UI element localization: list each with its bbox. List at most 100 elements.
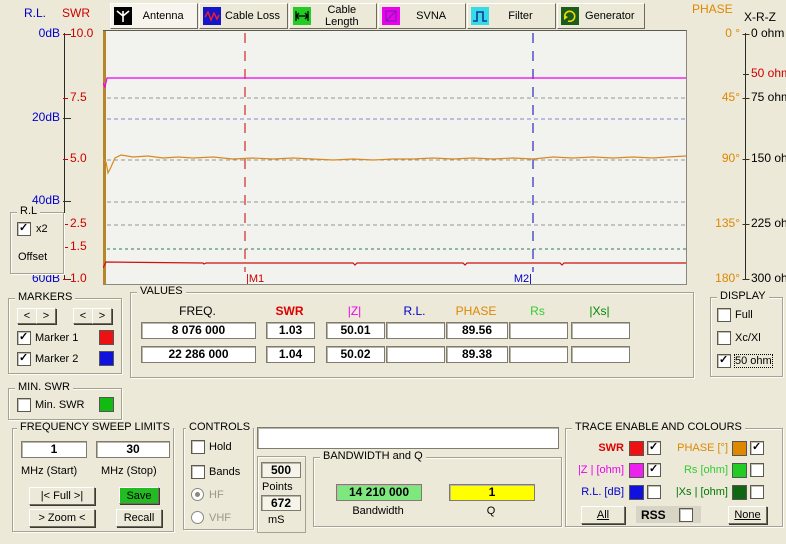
markers-panel-title: MARKERS	[15, 291, 75, 303]
marker1-right-button[interactable]: >	[36, 308, 56, 324]
trace-z-checkbox[interactable]	[647, 463, 661, 477]
bandwidth-label: Bandwidth	[336, 505, 420, 517]
ohm-tick-150: 150 ohm	[751, 152, 786, 165]
marker2-right-button[interactable]: >	[92, 308, 112, 324]
rl-x2-label: x2	[36, 223, 48, 235]
sweep-panel: FREQUENCY SWEEP LIMITS 1 30 MHz (Start) …	[12, 428, 174, 532]
display-xcxl-checkbox[interactable]	[717, 331, 731, 345]
trace-swr-swatch[interactable]	[629, 441, 644, 456]
trace-rs-swatch[interactable]	[732, 463, 747, 478]
m1-phase-value: 89.56	[446, 322, 508, 339]
trace-phase-swatch[interactable]	[732, 441, 747, 456]
trace-rl-label: R.L. [dB]	[566, 486, 624, 498]
values-panel: VALUES FREQ. SWR |Z| R.L. PHASE Rs |Xs| …	[130, 292, 694, 378]
marker1-label: Marker 1	[35, 332, 78, 344]
min-swr-checkbox[interactable]	[17, 398, 31, 412]
swr-tick-1-5: 1.5	[70, 240, 87, 253]
trace-phase-checkbox[interactable]	[750, 441, 764, 455]
trace-swr-checkbox[interactable]	[647, 441, 661, 455]
trace-rl-checkbox[interactable]	[647, 485, 661, 499]
save-button[interactable]: Save	[119, 487, 159, 504]
sweep-stop-label: MHz (Stop)	[101, 465, 157, 477]
m1-z-value: 50.01	[326, 322, 385, 339]
marker2-left-button[interactable]: <	[73, 308, 93, 324]
swr-tick-10: 10.0	[70, 27, 93, 40]
swr-tick-1: 1.0	[70, 272, 87, 285]
generator-button[interactable]: Generator	[557, 3, 645, 29]
antenna-button[interactable]: Antenna	[110, 3, 198, 29]
min-swr-panel-title: MIN. SWR	[15, 381, 73, 393]
sweep-start-input[interactable]: 1	[21, 441, 87, 458]
bands-checkbox[interactable]	[191, 465, 205, 479]
ohm-tick-0: 0 ohm	[751, 27, 784, 40]
trace-rs-checkbox[interactable]	[750, 463, 764, 477]
trace-xs-swatch[interactable]	[732, 485, 747, 500]
scan-time-unit-label: mS	[268, 514, 285, 526]
command-input[interactable]	[257, 427, 559, 449]
marker1-left-button[interactable]: <	[17, 308, 37, 324]
rl-tick-0db: 0dB	[8, 27, 60, 40]
generator-icon	[561, 7, 579, 25]
rl-offset-button[interactable]: Offset	[18, 251, 47, 263]
sweep-stop-input[interactable]: 30	[96, 441, 170, 458]
rl-offset-box: R.L x2 Offset	[10, 212, 64, 274]
filter-button[interactable]: Filter	[467, 3, 555, 29]
col-z: |Z|	[326, 304, 383, 318]
display-50ohm-checkbox[interactable]	[717, 354, 731, 368]
trace-panel: TRACE ENABLE AND COLOURS SWR PHASE [°] |…	[565, 428, 783, 527]
swr-tick-5: 5.0	[70, 152, 87, 165]
trace-all-button[interactable]: All	[581, 506, 625, 524]
min-swr-label: Min. SWR	[35, 399, 85, 411]
trace-swr-label: SWR	[566, 442, 624, 454]
cable-length-button-label: Cable Length	[311, 4, 373, 28]
zoom-range-button[interactable]: > Zoom <	[29, 509, 95, 527]
cable-length-button[interactable]: Cable Length	[289, 3, 377, 29]
ohm-tick-50: 50 ohm	[751, 67, 786, 80]
m1-rs-value	[509, 322, 568, 339]
rl-axis-title: R.L.	[24, 6, 46, 20]
trace-none-button[interactable]: None	[728, 506, 767, 524]
marker2-color-swatch[interactable]	[99, 351, 114, 366]
m2-xs-value	[571, 346, 630, 363]
bandwidth-panel-title: BANDWIDTH and Q	[320, 450, 426, 462]
m1-rl-value	[386, 322, 445, 339]
cable-loss-button[interactable]: Cable Loss	[199, 3, 287, 29]
marker1-color-swatch[interactable]	[99, 330, 114, 345]
rss-checkbox[interactable]	[679, 508, 693, 522]
q-label: Q	[449, 505, 533, 517]
chart-canvas: |M1M2|	[103, 31, 686, 284]
markers-panel: MARKERS < > < > Marker 1 Marker 2	[8, 298, 122, 374]
ohm-tick-225: 225 ohm	[751, 217, 786, 230]
trace-xs-checkbox[interactable]	[750, 485, 764, 499]
generator-button-label: Generator	[579, 10, 641, 22]
trace-z-swatch[interactable]	[629, 463, 644, 478]
min-swr-color-swatch[interactable]	[99, 397, 114, 412]
phase-tick-90: 90°	[700, 152, 740, 165]
cable-length-icon	[293, 7, 311, 25]
marker2-checkbox[interactable]	[17, 352, 31, 366]
col-swr: SWR	[266, 304, 313, 318]
rl-x2-checkbox[interactable]	[17, 222, 31, 236]
svna-button[interactable]: SVNA	[378, 3, 466, 29]
vhf-radio[interactable]	[191, 511, 204, 524]
hold-checkbox[interactable]	[191, 440, 205, 454]
m1-swr-value: 1.03	[266, 322, 315, 339]
hf-radio[interactable]	[191, 488, 204, 501]
marker1-checkbox[interactable]	[17, 331, 31, 345]
trace-rl-swatch[interactable]	[629, 485, 644, 500]
full-range-button[interactable]: |< Full >|	[29, 487, 95, 505]
sweep-start-label: MHz (Start)	[21, 465, 77, 477]
display-panel: DISPLAY Full Xc/Xl 50 ohm	[710, 297, 783, 377]
display-full-checkbox[interactable]	[717, 308, 731, 322]
m1-xs-value	[571, 322, 630, 339]
col-freq: FREQ.	[141, 304, 254, 318]
swr-tick-2-5: 2.5	[70, 217, 87, 230]
right-axis-line	[745, 33, 746, 279]
q-value: 1	[449, 484, 535, 501]
points-label: Points	[262, 481, 293, 493]
trace-phase-label: PHASE [°]	[670, 442, 728, 454]
rss-label: RSS	[641, 508, 666, 522]
ohm-tick-300: 300 ohm	[751, 272, 786, 285]
recall-button[interactable]: Recall	[116, 509, 162, 527]
sweep-chart[interactable]: |M1M2|	[103, 30, 687, 285]
